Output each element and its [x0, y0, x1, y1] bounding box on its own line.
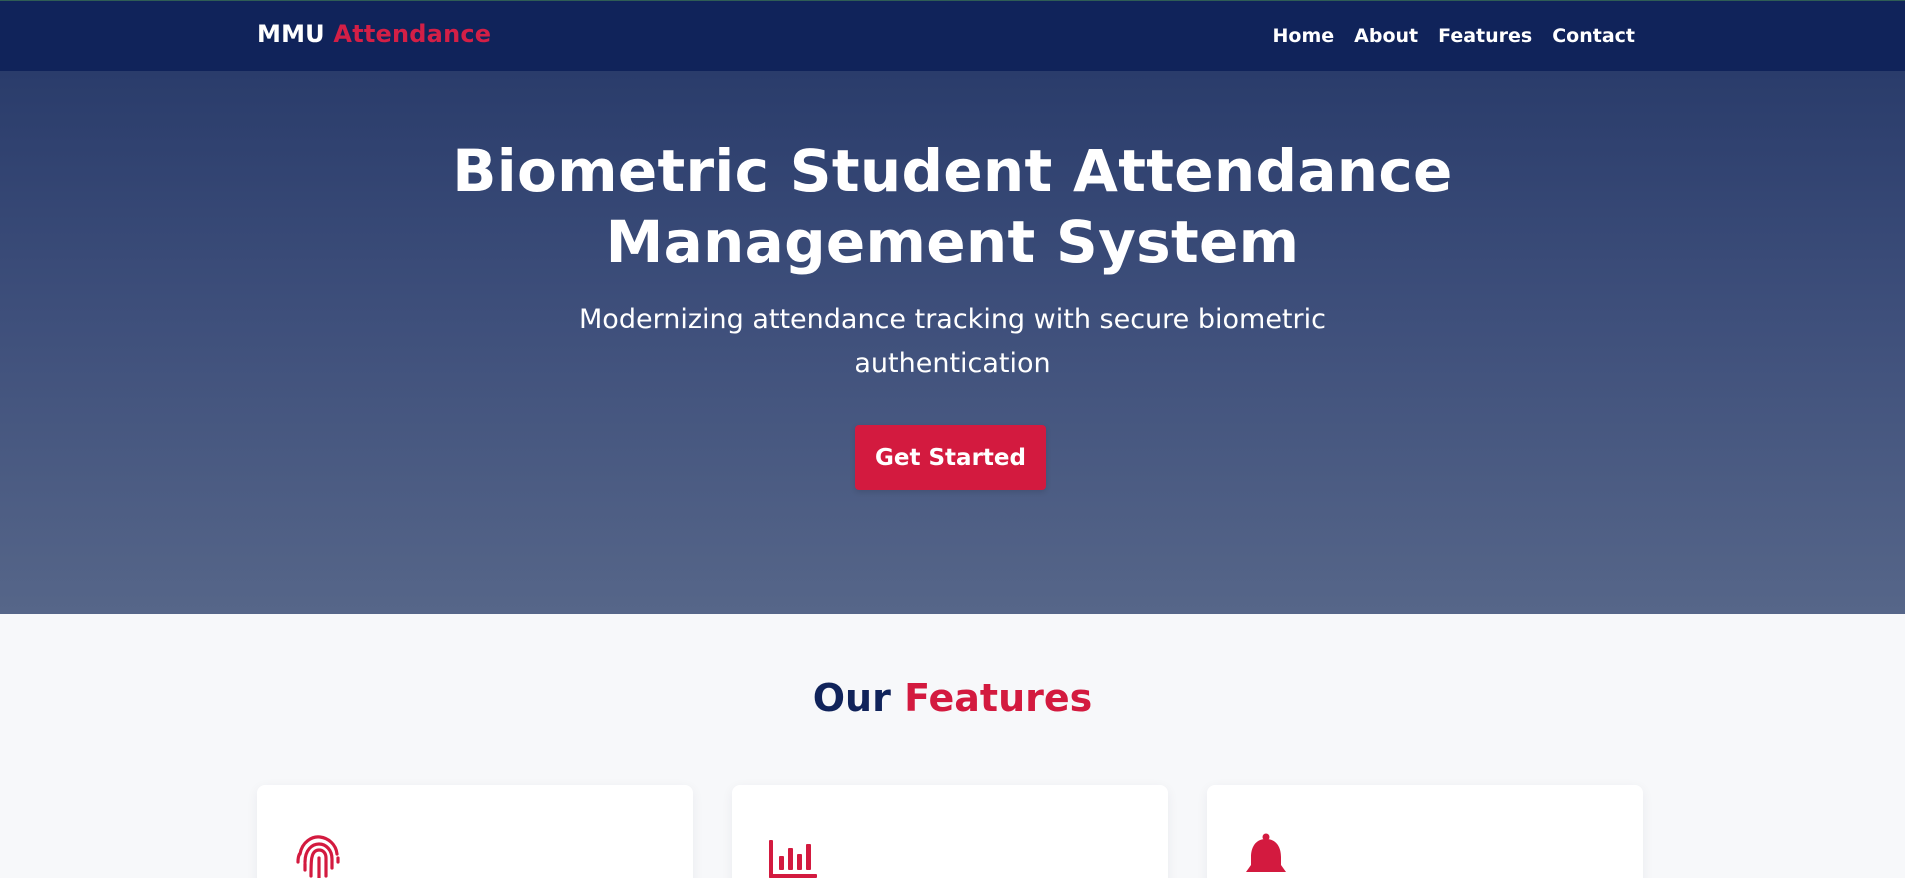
features-heading-accent: Features — [904, 676, 1093, 720]
feature-card-analytics — [732, 785, 1168, 878]
features-section: Our Features — [0, 614, 1905, 878]
nav-link-about[interactable]: About — [1354, 25, 1418, 47]
hero-title-line-1: Biometric Student Attendance — [452, 137, 1453, 205]
bell-icon — [1246, 833, 1286, 872]
nav-link-contact[interactable]: Contact — [1552, 25, 1635, 47]
fingerprint-icon — [296, 835, 340, 878]
feature-card-notifications — [1207, 785, 1643, 878]
hero-section: Biometric Student Attendance Management … — [0, 71, 1905, 614]
feature-card-biometric — [257, 785, 693, 878]
bar-chart-icon — [769, 840, 817, 878]
features-heading-primary: Our — [812, 676, 891, 720]
brand-logo[interactable]: MMU Attendance — [257, 20, 491, 48]
hero-title-line-2: Management System — [605, 208, 1300, 276]
brand-accent: Attendance — [333, 20, 492, 48]
nav-menu: Home About Features Contact — [1273, 25, 1635, 47]
landing-page: MMU Attendance Home About Features Conta… — [0, 0, 1905, 878]
nav-link-features[interactable]: Features — [1438, 25, 1532, 47]
features-heading: Our Features — [0, 676, 1905, 720]
nav-link-home[interactable]: Home — [1273, 25, 1335, 47]
hero-subtitle: Modernizing attendance tracking with sec… — [579, 304, 1326, 379]
get-started-button[interactable]: Get Started — [855, 425, 1046, 490]
hero-title: Biometric Student Attendance Management … — [0, 136, 1905, 278]
brand-primary: MMU — [257, 20, 325, 48]
navbar: MMU Attendance Home About Features Conta… — [0, 0, 1905, 71]
